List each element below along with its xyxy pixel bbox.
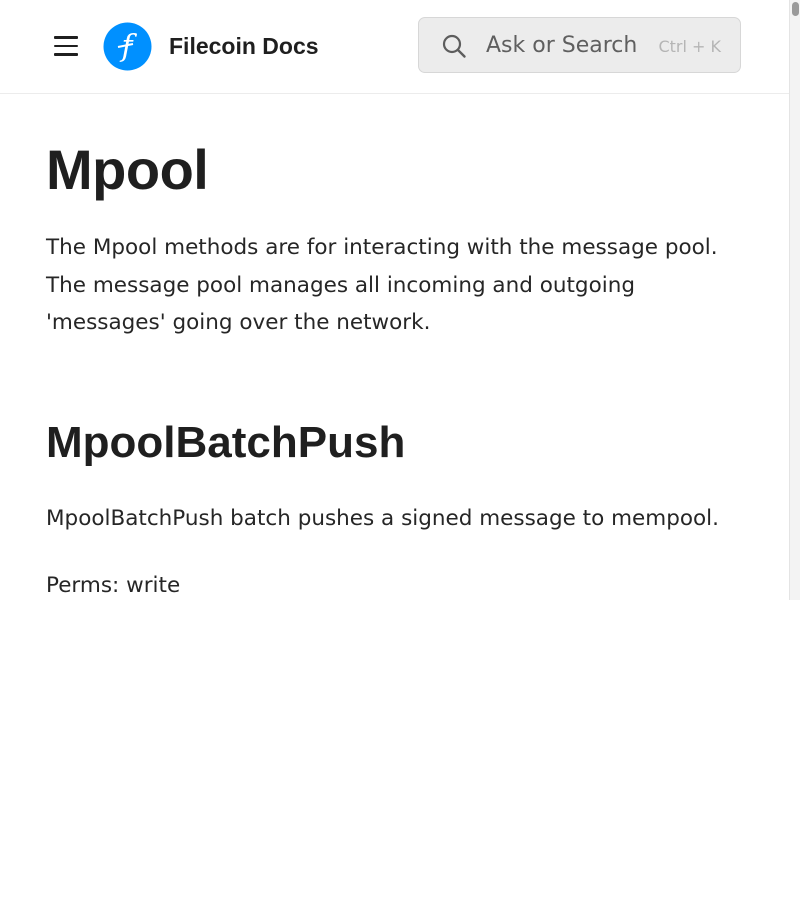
menu-line-bottom	[54, 53, 78, 56]
top-navigation-bar: f Filecoin Docs Ask or Search Ctrl + K	[0, 0, 789, 94]
filecoin-logo[interactable]: f	[103, 22, 152, 71]
search-shortcut-hint: Ctrl + K	[658, 37, 721, 56]
search-placeholder: Ask or Search	[486, 33, 638, 58]
vertical-scrollbar[interactable]	[789, 0, 800, 600]
hamburger-menu-button[interactable]	[50, 32, 82, 60]
menu-line-top	[54, 36, 78, 39]
page-intro: The Mpool methods are for interacting wi…	[46, 235, 718, 335]
section-perms: Perms: write	[46, 573, 181, 598]
search-box[interactable]: Ask or Search Ctrl + K	[418, 17, 741, 73]
section-description: MpoolBatchPush batch pushes a signed mes…	[46, 506, 719, 531]
section-heading-mpoolbatchpush: MpoolBatchPush	[46, 418, 406, 467]
blank-area	[0, 600, 800, 900]
scrollbar-thumb[interactable]	[792, 2, 799, 16]
search-icon	[441, 33, 467, 59]
menu-line-middle	[54, 44, 78, 48]
page-title: Mpool	[46, 138, 209, 201]
site-title-link[interactable]: Filecoin Docs	[169, 31, 319, 61]
docs-page-viewport: f Filecoin Docs Ask or Search Ctrl + K M…	[0, 0, 800, 600]
